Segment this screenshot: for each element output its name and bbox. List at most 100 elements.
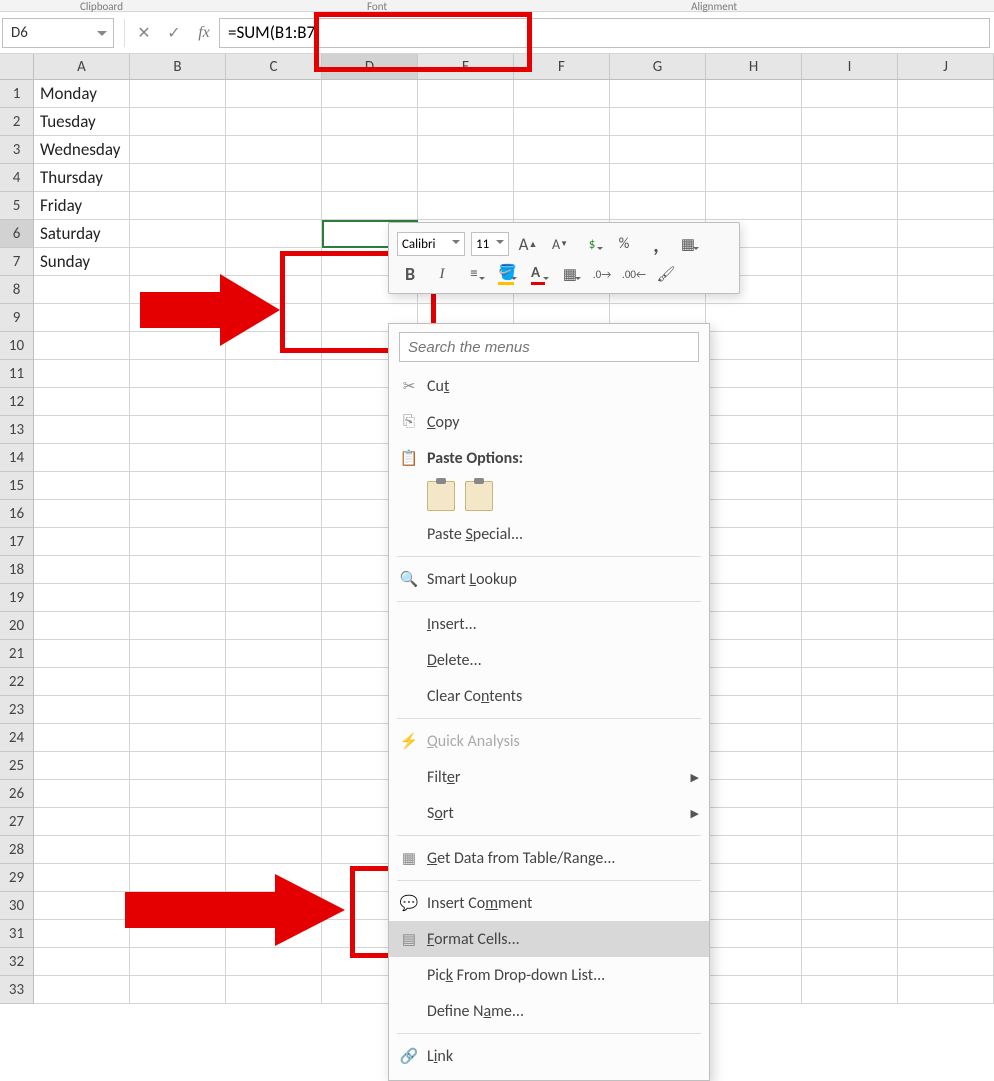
cell[interactable]: [130, 556, 226, 584]
menu-search-input[interactable]: [399, 332, 699, 362]
cell[interactable]: [802, 948, 898, 976]
row-header[interactable]: 9: [0, 304, 34, 332]
column-header[interactable]: B: [130, 54, 226, 80]
column-header[interactable]: C: [226, 54, 322, 80]
cell[interactable]: [226, 696, 322, 724]
cell[interactable]: [898, 696, 994, 724]
cell[interactable]: [802, 864, 898, 892]
cell[interactable]: [802, 724, 898, 752]
menu-item-filter[interactable]: Filter ▶: [389, 759, 709, 795]
cell[interactable]: [610, 136, 706, 164]
cell[interactable]: [898, 472, 994, 500]
cell[interactable]: [34, 752, 130, 780]
cell[interactable]: Sunday: [34, 248, 130, 276]
cell[interactable]: [34, 948, 130, 976]
menu-item-link[interactable]: 🔗 Link: [389, 1038, 709, 1074]
cell[interactable]: [802, 220, 898, 248]
cell[interactable]: [706, 808, 802, 836]
accounting-format-button[interactable]: $: [579, 232, 605, 256]
cell[interactable]: [34, 696, 130, 724]
cell[interactable]: [226, 528, 322, 556]
cell[interactable]: [418, 164, 514, 192]
cell[interactable]: [802, 780, 898, 808]
cell[interactable]: Saturday: [34, 220, 130, 248]
cell[interactable]: [610, 164, 706, 192]
cell[interactable]: [34, 556, 130, 584]
cell[interactable]: [898, 668, 994, 696]
cell[interactable]: [706, 612, 802, 640]
cell[interactable]: [706, 752, 802, 780]
cell[interactable]: [802, 668, 898, 696]
cell[interactable]: [802, 612, 898, 640]
row-header[interactable]: 6: [0, 220, 34, 248]
cell[interactable]: [34, 976, 130, 1004]
menu-item-smart-lookup[interactable]: 🔍 Smart Lookup: [389, 561, 709, 597]
row-header[interactable]: 23: [0, 696, 34, 724]
cell[interactable]: [898, 444, 994, 472]
cell[interactable]: [130, 584, 226, 612]
cell[interactable]: [898, 976, 994, 1004]
cell[interactable]: [130, 976, 226, 1004]
cell[interactable]: [226, 360, 322, 388]
cell[interactable]: [514, 80, 610, 108]
row-header[interactable]: 16: [0, 500, 34, 528]
cell[interactable]: [802, 528, 898, 556]
cell[interactable]: [226, 976, 322, 1004]
cell[interactable]: [802, 332, 898, 360]
font-color-button[interactable]: A: [525, 262, 551, 286]
cell[interactable]: [130, 780, 226, 808]
cell[interactable]: [706, 332, 802, 360]
cell[interactable]: [706, 556, 802, 584]
conditional-format-button[interactable]: ▦: [675, 232, 701, 256]
cell[interactable]: [802, 920, 898, 948]
cell[interactable]: [34, 612, 130, 640]
cell[interactable]: [226, 80, 322, 108]
enter-button[interactable]: ✓: [159, 18, 189, 48]
cell[interactable]: [226, 836, 322, 864]
fx-button[interactable]: fx: [189, 18, 219, 48]
cell[interactable]: [898, 948, 994, 976]
cell[interactable]: [898, 164, 994, 192]
cell[interactable]: [34, 528, 130, 556]
cell[interactable]: [322, 108, 418, 136]
row-header[interactable]: 13: [0, 416, 34, 444]
cell[interactable]: [802, 360, 898, 388]
cell[interactable]: [34, 584, 130, 612]
cell[interactable]: [226, 248, 322, 276]
row-header[interactable]: 17: [0, 528, 34, 556]
cell[interactable]: [322, 80, 418, 108]
cell[interactable]: [34, 836, 130, 864]
cell[interactable]: [706, 472, 802, 500]
format-painter-button[interactable]: 🖌: [653, 262, 679, 286]
row-header[interactable]: 29: [0, 864, 34, 892]
cell[interactable]: [898, 108, 994, 136]
cancel-button[interactable]: ✕: [129, 18, 159, 48]
row-header[interactable]: 24: [0, 724, 34, 752]
cell[interactable]: [898, 724, 994, 752]
row-header[interactable]: 11: [0, 360, 34, 388]
menu-item-pick-from-list[interactable]: Pick From Drop-down List...: [389, 957, 709, 993]
cell[interactable]: [226, 724, 322, 752]
cell[interactable]: [226, 948, 322, 976]
row-header[interactable]: 10: [0, 332, 34, 360]
cell[interactable]: [706, 892, 802, 920]
font-size-select[interactable]: 11: [471, 232, 509, 256]
row-header[interactable]: 4: [0, 164, 34, 192]
center-align-button[interactable]: ≡: [461, 262, 487, 286]
cell[interactable]: [130, 612, 226, 640]
cell[interactable]: [898, 360, 994, 388]
cell[interactable]: [802, 80, 898, 108]
cell[interactable]: [34, 332, 130, 360]
menu-item-insert-comment[interactable]: 💬 Insert Comment: [389, 885, 709, 921]
row-header[interactable]: 12: [0, 388, 34, 416]
menu-item-sort[interactable]: Sort ▶: [389, 795, 709, 831]
row-header[interactable]: 31: [0, 920, 34, 948]
cell[interactable]: [898, 192, 994, 220]
cell[interactable]: [226, 668, 322, 696]
cell[interactable]: [898, 80, 994, 108]
cell[interactable]: [34, 416, 130, 444]
cell[interactable]: [802, 892, 898, 920]
cell[interactable]: [34, 444, 130, 472]
cell[interactable]: [130, 528, 226, 556]
row-header[interactable]: 32: [0, 948, 34, 976]
